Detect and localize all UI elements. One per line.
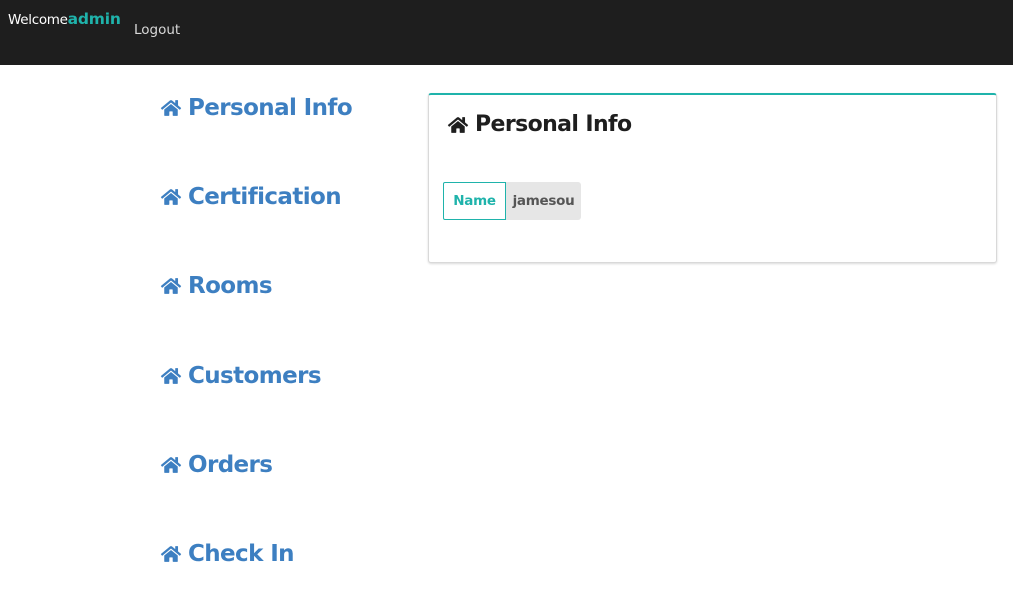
- sidebar-item-certification[interactable]: Certification: [160, 184, 342, 210]
- home-icon: [160, 546, 182, 562]
- sidebar-item-label: Certification: [188, 184, 342, 210]
- sidebar-item-label: Orders: [188, 452, 273, 478]
- home-icon: [160, 368, 182, 384]
- sidebar-item-personal-info[interactable]: Personal Info: [160, 95, 353, 121]
- sidebar-item-rooms[interactable]: Rooms: [160, 273, 273, 299]
- home-icon: [160, 457, 182, 473]
- sidebar-item-label: Rooms: [188, 273, 273, 299]
- username: admin: [67, 10, 121, 28]
- home-icon: [160, 278, 182, 294]
- sidebar-item-label: Check In: [188, 541, 295, 567]
- panel-title-text: Personal Info: [475, 112, 632, 137]
- home-icon: [160, 100, 182, 116]
- sidebar-item-orders[interactable]: Orders: [160, 452, 273, 478]
- sidebar-item-label: Customers: [188, 363, 322, 389]
- sidebar-item-label: Personal Info: [188, 95, 353, 121]
- sidebar-item-check-in[interactable]: Check In: [160, 541, 295, 567]
- logout-link[interactable]: Logout: [134, 22, 180, 38]
- sidebar-item-customers[interactable]: Customers: [160, 363, 322, 389]
- name-field: Name jamesou: [443, 182, 581, 220]
- home-icon: [160, 189, 182, 205]
- welcome-message: Welcomeadmin: [8, 10, 121, 28]
- personal-info-panel: Personal Info Name jamesou: [428, 93, 997, 263]
- name-value: jamesou: [506, 182, 581, 220]
- home-icon: [447, 116, 469, 133]
- welcome-text: Welcome: [8, 12, 68, 28]
- top-navbar: Welcomeadmin Logout: [0, 0, 1013, 65]
- panel-title: Personal Info: [447, 112, 632, 137]
- name-label: Name: [443, 182, 506, 220]
